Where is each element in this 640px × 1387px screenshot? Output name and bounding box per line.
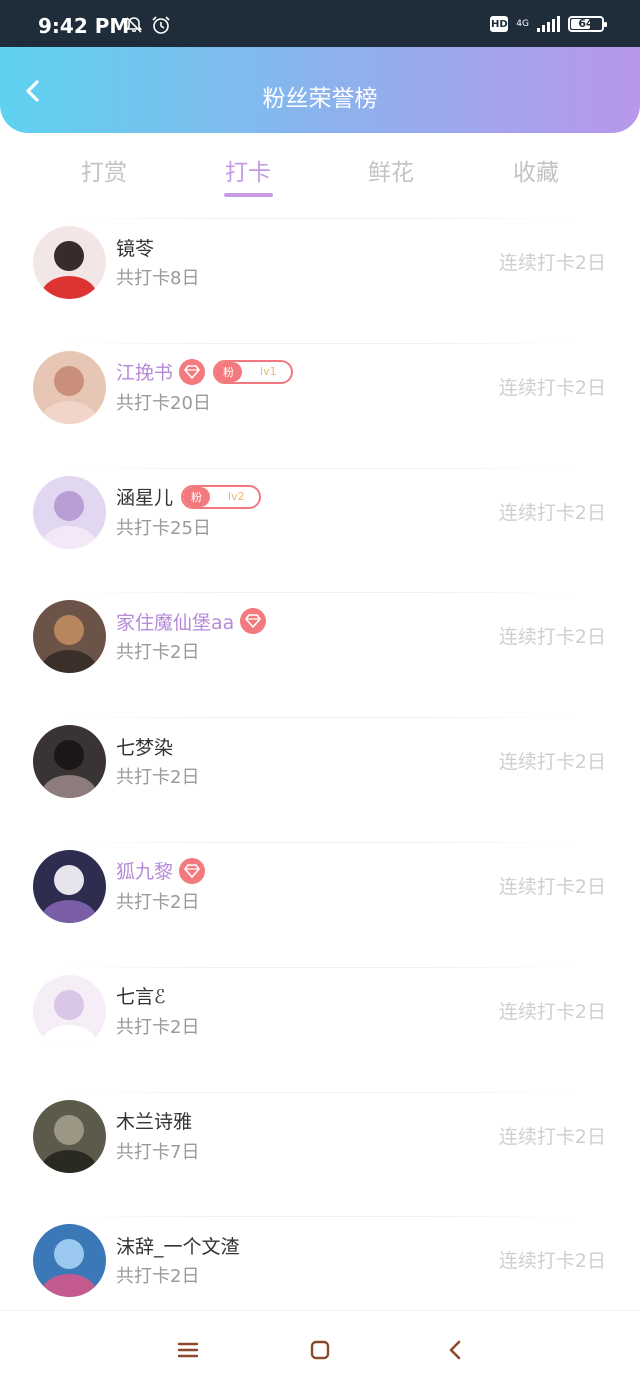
avatar[interactable] [33,600,106,674]
user-name[interactable]: 狐九黎 [116,857,173,884]
list-item[interactable]: 家住魔仙堡aa 共打卡2日 连续打卡2日 [0,592,640,717]
fan-level: lv1 [260,365,277,379]
name-line: 木兰诗雅 [116,1106,192,1136]
hd-badge: HD [490,16,509,32]
list-item[interactable]: 镜苓共打卡8日 连续打卡2日 [0,218,640,343]
list-item[interactable]: 狐九黎共打卡2日 连续打卡2日 [0,841,640,967]
network-label: 4G [516,18,529,29]
total-checkin-days: 共打卡2日 [116,1016,200,1038]
user-name[interactable]: 木兰诗雅 [116,1107,192,1134]
signal-icon [537,16,560,32]
name-line: 家住魔仙堡aa [116,606,267,636]
total-checkin-days: 共打卡2日 [116,767,200,789]
tab-tip[interactable]: 打赏 [34,153,174,187]
name-line: 七言ℰ [116,981,166,1011]
status-time: 9:42 PM [38,14,130,38]
menu-icon [177,1342,199,1358]
total-checkin-days: 共打卡7日 [116,1141,200,1163]
avatar[interactable] [33,725,106,799]
avatar[interactable] [33,475,106,549]
status-left-icons [125,16,171,38]
avatar[interactable] [33,1224,106,1298]
back-triangle-icon [449,1340,461,1360]
tab-flowers[interactable]: 鲜花 [321,153,461,187]
bell-off-icon [125,16,143,38]
user-name[interactable]: 镜苓 [116,234,154,261]
fan-level: lv2 [228,490,245,504]
active-tab-indicator [224,193,273,197]
total-checkin-days: 共打卡20日 [116,392,211,414]
streak-days: 连续打卡2日 [498,501,606,524]
streak-days: 连续打卡2日 [498,875,606,898]
avatar[interactable] [33,1099,106,1173]
user-name[interactable]: 涵星儿 [116,483,173,510]
name-line: 江挽书 粉 lv1 [116,357,293,387]
name-line: 沫辞_一个文渣 [116,1230,240,1260]
list-item[interactable]: 七言ℰ 共打卡2日 连续打卡2日 [0,966,640,1092]
total-checkin-days: 共打卡2日 [116,642,200,664]
home-button[interactable] [305,1335,335,1365]
fan-level-badge: 粉 lv2 [181,484,261,509]
list-item[interactable]: 木兰诗雅共打卡7日 连续打卡2日 [0,1091,640,1217]
name-line: 镜苓 [116,232,154,262]
streak-days: 连续打卡2日 [498,252,606,274]
diamond-icon [240,608,267,635]
fan-label: 粉 [183,486,211,507]
total-checkin-days: 共打卡2日 [116,1266,200,1288]
user-name[interactable]: 家住魔仙堡aa [116,608,234,635]
avatar[interactable] [33,350,106,424]
status-bar: 9:42 PM HD 4G 64 [0,0,640,47]
streak-days: 连续打卡2日 [498,376,606,399]
diamond-icon [179,857,206,884]
list-item[interactable]: 涵星儿粉 lv2 共打卡25日 连续打卡2日 [0,467,640,593]
system-back-button[interactable] [440,1335,470,1365]
battery-icon: 64 [568,16,607,32]
list-item[interactable]: 七梦染共打卡2日 连续打卡2日 [0,717,640,842]
user-name[interactable]: 沫辞_一个文渣 [116,1232,240,1259]
name-line: 狐九黎 [116,856,206,886]
streak-days: 连续打卡2日 [498,1000,606,1023]
status-right-icons: HD 4G 64 [490,16,607,32]
battery-text: 64 [578,17,594,30]
alarm-icon [151,16,171,38]
diamond-icon [179,358,206,385]
total-checkin-days: 共打卡25日 [116,517,211,539]
menu-button[interactable] [173,1335,203,1365]
streak-days: 连续打卡2日 [498,626,606,649]
fan-label: 粉 [215,361,243,382]
tab-checkin[interactable]: 打卡 [178,153,318,187]
page-title: 粉丝荣誉榜 [262,86,378,112]
avatar[interactable] [33,226,106,299]
tab-favorites[interactable]: 收藏 [466,153,606,187]
name-line: 涵星儿粉 lv2 [116,482,261,512]
avatar[interactable] [33,974,106,1048]
name-line: 七梦染 [116,731,173,761]
user-name[interactable]: 七言ℰ [116,982,166,1009]
header: 粉丝荣誉榜 [0,47,640,133]
tab-bar: 打赏 打卡 鲜花 收藏 [0,133,640,218]
streak-days: 连续打卡2日 [498,751,606,774]
user-name[interactable]: 七梦染 [116,733,173,760]
streak-days: 连续打卡2日 [498,1250,606,1273]
user-name[interactable]: 江挽书 [116,358,173,385]
list-item[interactable]: 江挽书 粉 lv1 共打卡20日 连续打卡2日 [0,342,640,468]
total-checkin-days: 共打卡2日 [116,891,200,913]
home-square-icon [310,1340,330,1360]
fan-level-badge: 粉 lv1 [213,359,293,384]
total-checkin-days: 共打卡8日 [116,268,200,289]
system-nav-bar [0,1310,640,1387]
avatar[interactable] [33,849,106,923]
ranking-list: 镜苓 共打卡8日 连续打卡2日 江挽书粉 lv1 共打卡20日 连续打卡2日 涵星儿粉 lv2 共… [0,218,640,1341]
streak-days: 连续打卡2日 [498,1125,606,1148]
